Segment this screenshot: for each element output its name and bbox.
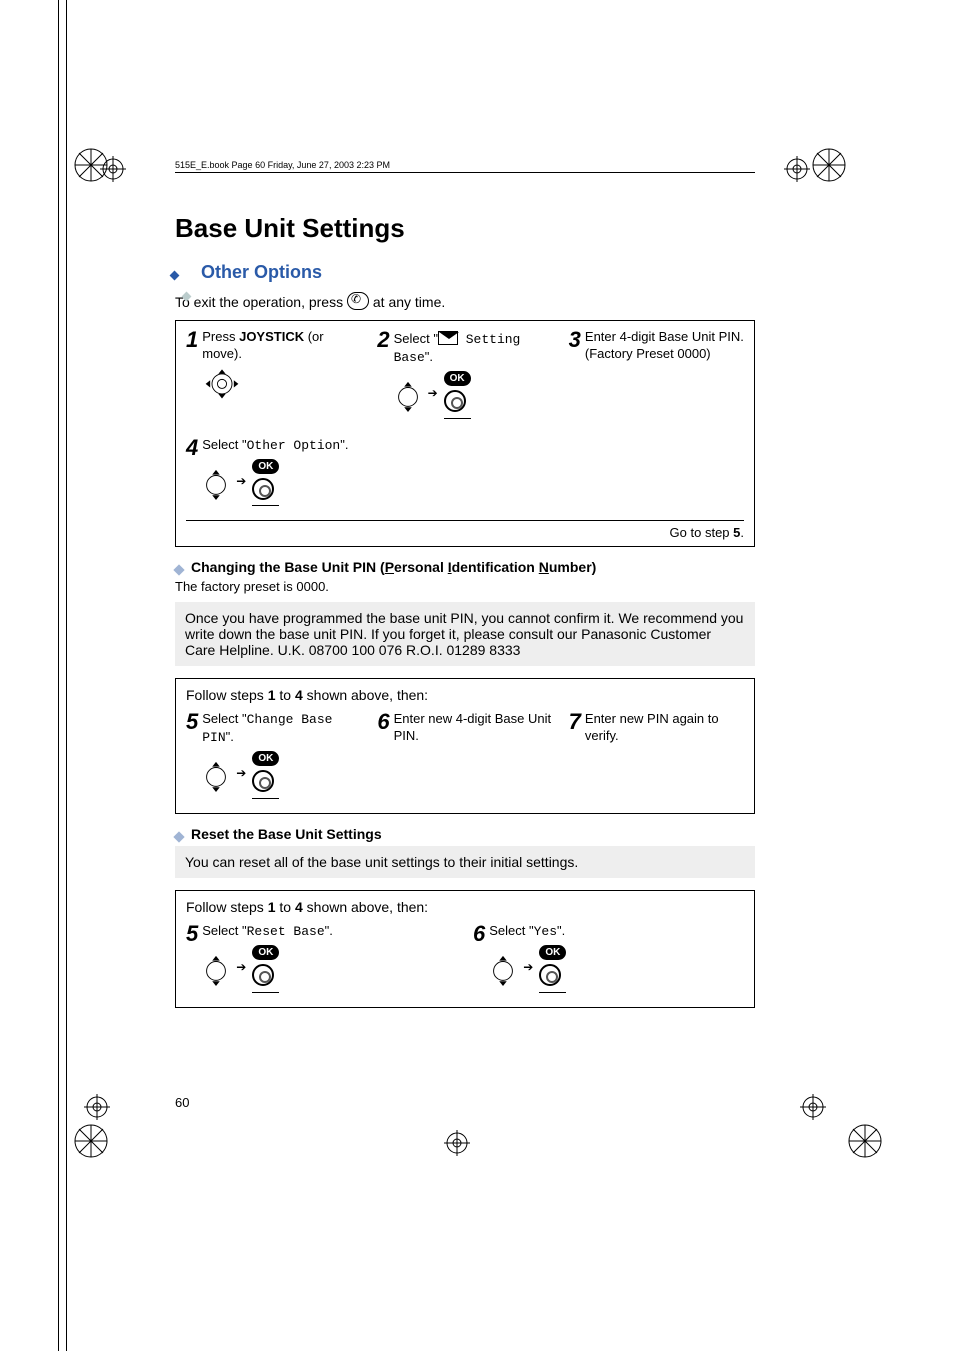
step-1: 1 Press JOYSTICK (or move). bbox=[186, 329, 361, 419]
steps-box-bot: Follow steps 1 to 4 shown above, then: 5… bbox=[175, 890, 755, 1008]
page-number: 60 bbox=[175, 1095, 189, 1110]
step-number: 5 bbox=[186, 711, 198, 733]
reset-note: You can reset all of the base unit setti… bbox=[175, 846, 755, 878]
hatched-ball-icon bbox=[848, 1124, 882, 1158]
ok-badge: OK bbox=[539, 945, 566, 960]
arrow-right-icon: ➔ bbox=[236, 474, 246, 490]
nav-updown-icon bbox=[202, 468, 230, 500]
step-5: 5 Select "Change Base PIN". ➔ OK bbox=[186, 711, 361, 799]
ok-badge: OK bbox=[252, 459, 279, 474]
intro-text: To exit the operation, press at any time… bbox=[175, 289, 755, 310]
diamond-icon bbox=[173, 565, 184, 576]
step-number: 1 bbox=[186, 329, 198, 351]
register-mark-icon bbox=[444, 1130, 470, 1156]
center-button-icon bbox=[539, 964, 561, 986]
follow-steps-text: Follow steps 1 to 4 shown above, then: bbox=[186, 687, 744, 703]
section-title-text: Other Options bbox=[201, 262, 322, 283]
running-header: 515E_E.book Page 60 Friday, June 27, 200… bbox=[175, 160, 755, 173]
step-number: 7 bbox=[569, 711, 581, 733]
steps-box-top: 1 Press JOYSTICK (or move). 2 Select " S… bbox=[175, 320, 755, 547]
step-number: 4 bbox=[186, 437, 198, 459]
center-button-icon bbox=[252, 964, 274, 986]
center-button-icon bbox=[252, 770, 274, 792]
hangup-icon bbox=[347, 292, 369, 310]
diamond-icon bbox=[179, 292, 191, 304]
register-mark-icon bbox=[784, 156, 810, 182]
arrow-right-icon: ➔ bbox=[236, 766, 246, 782]
step-number: 6 bbox=[377, 711, 389, 733]
envelope-icon bbox=[438, 331, 458, 345]
ok-badge: OK bbox=[252, 751, 279, 766]
subsection-text: The factory preset is 0000. bbox=[175, 579, 755, 594]
diamond-icon bbox=[173, 831, 184, 842]
hatched-ball-icon bbox=[74, 1124, 108, 1158]
arrow-right-icon: ➔ bbox=[523, 960, 533, 976]
step-2: 2 Select " Setting Base". ➔ OK bbox=[377, 329, 552, 419]
step-7: 7 Enter new PIN again to verify. bbox=[569, 711, 744, 799]
step-6: 6 Enter new 4-digit Base Unit PIN. bbox=[377, 711, 552, 799]
warning-note: Once you have programmed the base unit P… bbox=[175, 602, 755, 666]
box-footer: Go to step 5. bbox=[186, 520, 744, 540]
step-number: 2 bbox=[377, 329, 389, 351]
step-5: 5 Select "Reset Base". ➔ OK bbox=[186, 923, 457, 993]
subsection-title-reset: Reset the Base Unit Settings bbox=[175, 826, 755, 842]
step-4: 4 Select "Other Option". ➔ OK bbox=[186, 437, 744, 507]
nav-updown-icon bbox=[202, 760, 230, 792]
step-number: 5 bbox=[186, 923, 198, 945]
ok-badge: OK bbox=[444, 371, 471, 386]
register-mark-icon bbox=[100, 156, 126, 182]
joystick-icon bbox=[202, 367, 242, 399]
ok-badge: OK bbox=[252, 945, 279, 960]
step-3: 3 Enter 4-digit Base Unit PIN. (Factory … bbox=[569, 329, 744, 419]
register-mark-icon bbox=[84, 1094, 110, 1120]
nav-updown-icon bbox=[202, 954, 230, 986]
page-title: Base Unit Settings bbox=[175, 213, 755, 244]
section-title: Other Options bbox=[175, 262, 755, 283]
nav-updown-icon bbox=[489, 954, 517, 986]
step-number: 6 bbox=[473, 923, 485, 945]
step-6: 6 Select "Yes". ➔ OK bbox=[473, 923, 744, 993]
register-mark-icon bbox=[800, 1094, 826, 1120]
steps-box-mid: Follow steps 1 to 4 shown above, then: 5… bbox=[175, 678, 755, 814]
center-button-icon bbox=[444, 390, 466, 412]
diamond-icon bbox=[175, 271, 187, 283]
step-number: 3 bbox=[569, 329, 581, 351]
nav-updown-icon bbox=[394, 380, 422, 412]
hatched-ball-icon bbox=[812, 148, 846, 182]
center-button-icon bbox=[252, 478, 274, 500]
arrow-right-icon: ➔ bbox=[428, 386, 438, 402]
arrow-right-icon: ➔ bbox=[236, 960, 246, 976]
follow-steps-text: Follow steps 1 to 4 shown above, then: bbox=[186, 899, 744, 915]
subsection-title-pin: Changing the Base Unit PIN (Personal Ide… bbox=[175, 559, 755, 575]
